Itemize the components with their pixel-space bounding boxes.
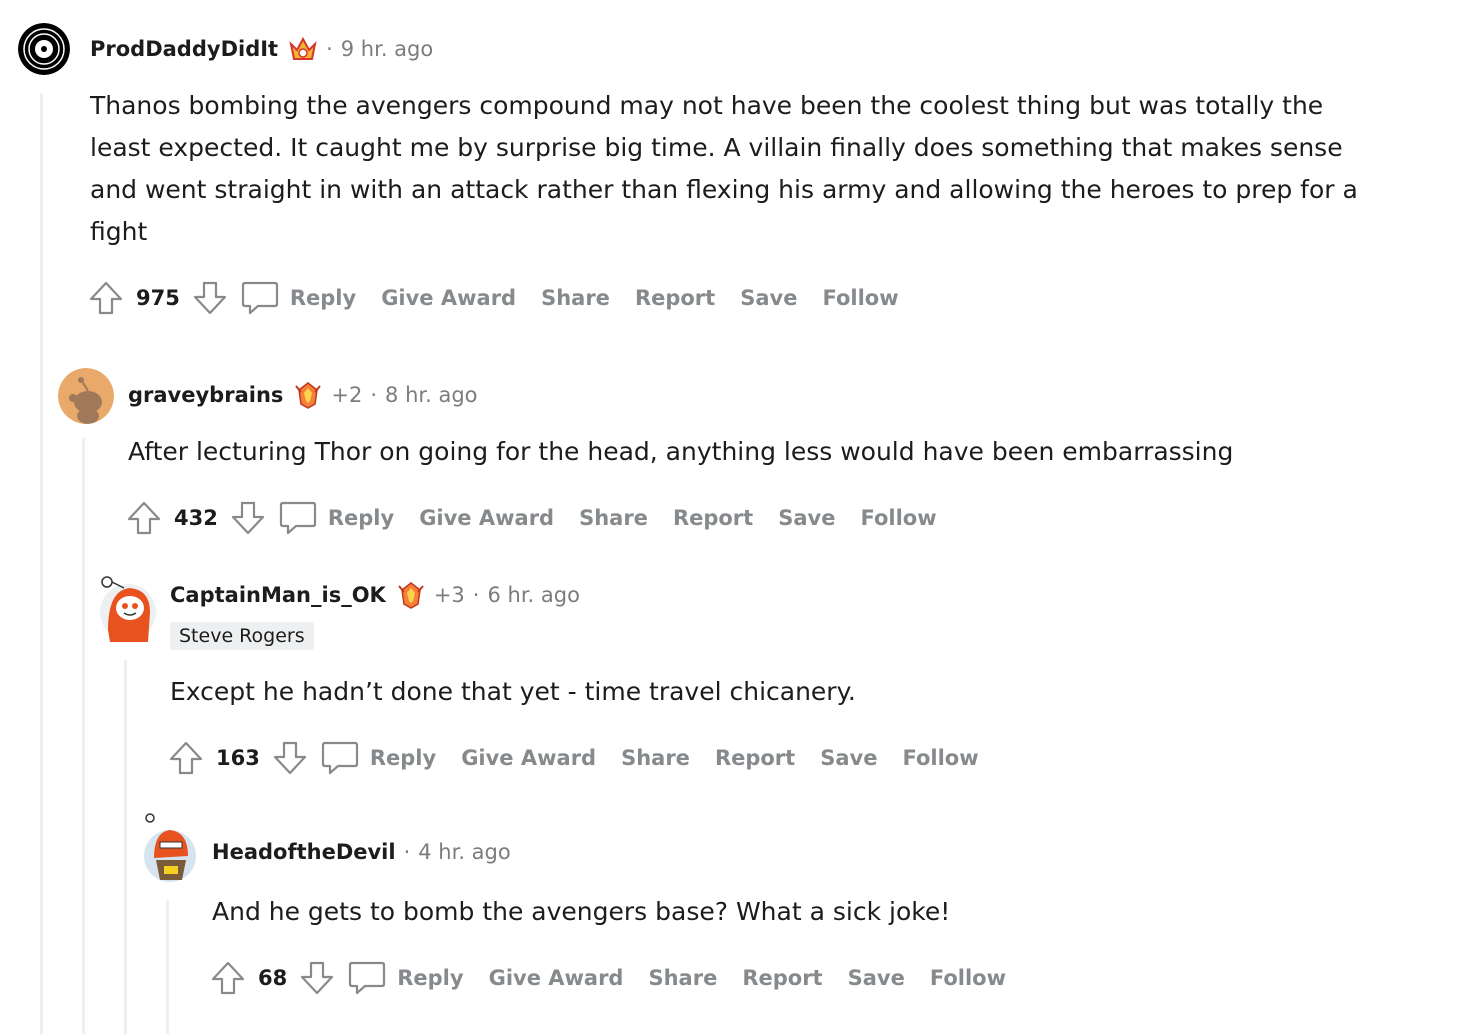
give-award-button[interactable]: Give Award xyxy=(489,966,624,990)
user-flair: Steve Rogers xyxy=(170,622,314,650)
comment-bubble-icon[interactable] xyxy=(278,499,318,537)
snoo-avatar-icon xyxy=(58,368,114,424)
comment-actions: 975 Reply Give Award Share Report Save F… xyxy=(88,278,924,318)
snoo-costume-avatar-icon xyxy=(144,813,196,882)
downvote-icon[interactable] xyxy=(299,960,335,996)
comment-header: ProdDaddyDidIt · 9 hr. ago xyxy=(90,34,433,64)
follow-button[interactable]: Follow xyxy=(902,746,978,770)
thread-line-level-3[interactable] xyxy=(124,660,127,1034)
give-award-button[interactable]: Give Award xyxy=(419,506,554,530)
report-button[interactable]: Report xyxy=(673,506,753,530)
comment-body: Thanos bombing the avengers compound may… xyxy=(90,91,1358,246)
comment-body: Except he hadn’t done that yet - time tr… xyxy=(170,677,856,706)
report-button[interactable]: Report xyxy=(635,286,715,310)
award-count[interactable]: +2 xyxy=(331,383,362,407)
reply-button[interactable]: Reply xyxy=(328,506,394,530)
thread-line-level-4[interactable] xyxy=(166,900,169,1034)
username[interactable]: CaptainMan_is_OK xyxy=(170,583,386,607)
reply-button[interactable]: Reply xyxy=(370,746,436,770)
thread-line-level-1[interactable] xyxy=(40,93,43,1034)
timestamp[interactable]: 9 hr. ago xyxy=(341,37,433,61)
downvote-icon[interactable] xyxy=(272,740,308,776)
comment-header: HeadoftheDevil · 4 hr. ago xyxy=(212,840,511,864)
comment-bubble-icon[interactable] xyxy=(320,739,360,777)
timestamp[interactable]: 4 hr. ago xyxy=(418,840,510,864)
award-count[interactable]: +3 xyxy=(434,583,465,607)
separator-dot: · xyxy=(370,383,378,407)
downvote-icon[interactable] xyxy=(192,280,228,316)
separator-dot: · xyxy=(403,840,411,864)
username[interactable]: graveybrains xyxy=(128,383,283,407)
give-award-button[interactable]: Give Award xyxy=(381,286,516,310)
comment-body: After lecturing Thor on going for the he… xyxy=(128,437,1234,466)
comment-bubble-icon[interactable] xyxy=(347,959,387,997)
share-button[interactable]: Share xyxy=(648,966,717,990)
avatar[interactable] xyxy=(58,368,114,424)
follow-button[interactable]: Follow xyxy=(822,286,898,310)
comment-header: CaptainMan_is_OK +3 · 6 hr. ago xyxy=(170,580,580,610)
upvote-icon[interactable] xyxy=(88,280,124,316)
share-button[interactable]: Share xyxy=(541,286,610,310)
avatar[interactable] xyxy=(18,23,70,75)
comment-actions: 432 Reply Give Award Share Report Save F… xyxy=(126,498,962,538)
timestamp[interactable]: 6 hr. ago xyxy=(487,583,579,607)
comment-body: And he gets to bomb the avengers base? W… xyxy=(212,897,951,926)
comment-actions: 68 Reply Give Award Share Report Save Fo… xyxy=(210,958,1031,998)
fire-crystal-award-icon[interactable] xyxy=(293,380,323,410)
save-button[interactable]: Save xyxy=(778,506,835,530)
reply-button[interactable]: Reply xyxy=(290,286,356,310)
follow-button[interactable]: Follow xyxy=(860,506,936,530)
comment-actions: 163 Reply Give Award Share Report Save F… xyxy=(168,738,1004,778)
upvote-icon[interactable] xyxy=(126,500,162,536)
vinyl-record-icon xyxy=(18,23,70,75)
avatar[interactable] xyxy=(142,810,198,884)
save-button[interactable]: Save xyxy=(740,286,797,310)
vote-score: 432 xyxy=(174,506,218,530)
share-button[interactable]: Share xyxy=(621,746,690,770)
share-button[interactable]: Share xyxy=(579,506,648,530)
give-award-button[interactable]: Give Award xyxy=(461,746,596,770)
separator-dot: · xyxy=(326,37,333,61)
reply-button[interactable]: Reply xyxy=(397,966,463,990)
downvote-icon[interactable] xyxy=(230,500,266,536)
avatar[interactable] xyxy=(100,572,156,644)
username[interactable]: ProdDaddyDidIt xyxy=(90,37,278,61)
report-button[interactable]: Report xyxy=(742,966,822,990)
snoo-hoodie-avatar-icon xyxy=(100,576,156,642)
comment-header: graveybrains +2 · 8 hr. ago xyxy=(128,380,478,410)
crown-award-icon[interactable] xyxy=(288,34,318,64)
save-button[interactable]: Save xyxy=(820,746,877,770)
comment-bubble-icon[interactable] xyxy=(240,279,280,317)
fire-crystal-award-icon[interactable] xyxy=(396,580,426,610)
vote-score: 975 xyxy=(136,286,180,310)
timestamp[interactable]: 8 hr. ago xyxy=(385,383,477,407)
upvote-icon[interactable] xyxy=(210,960,246,996)
vote-score: 68 xyxy=(258,966,288,990)
save-button[interactable]: Save xyxy=(848,966,905,990)
report-button[interactable]: Report xyxy=(715,746,795,770)
username[interactable]: HeadoftheDevil xyxy=(212,840,396,864)
separator-dot: · xyxy=(472,583,480,607)
follow-button[interactable]: Follow xyxy=(930,966,1006,990)
thread-line-level-2[interactable] xyxy=(82,438,85,1034)
upvote-icon[interactable] xyxy=(168,740,204,776)
vote-score: 163 xyxy=(216,746,260,770)
